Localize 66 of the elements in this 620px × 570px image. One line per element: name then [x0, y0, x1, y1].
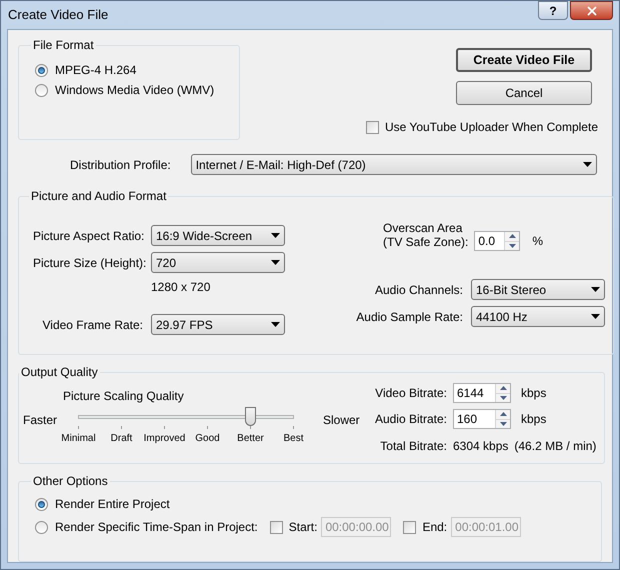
- tick-label: Better: [237, 432, 264, 446]
- field-label: Audio Sample Rate:: [355, 308, 463, 326]
- field-label: (TV Safe Zone):: [383, 235, 468, 249]
- spin-arrows-icon[interactable]: [495, 384, 510, 402]
- window-title: Create Video File: [8, 6, 108, 24]
- field-label: Video Frame Rate:: [42, 316, 143, 334]
- tick-label: Minimal: [61, 432, 96, 446]
- field-label: Audio Bitrate:: [374, 411, 447, 428]
- unit-label: %: [532, 233, 544, 250]
- dropdown-arrow-icon: [271, 260, 280, 265]
- unit-label: kbps: [521, 411, 546, 428]
- dropdown[interactable]: 44100 Hz: [471, 306, 605, 327]
- slider-title: Picture Scaling Quality: [63, 388, 185, 405]
- tick-label: Improved: [144, 432, 186, 446]
- dropdown[interactable]: 720: [151, 252, 285, 273]
- group-title: Picture and Audio Format: [30, 188, 168, 205]
- slider-thumb[interactable]: [245, 407, 256, 426]
- group-title: Other Options: [32, 473, 109, 490]
- dropdown[interactable]: 16-Bit Stereo: [471, 279, 605, 300]
- spin-arrows-icon[interactable]: [495, 410, 510, 428]
- dropdown-arrow-icon: [271, 322, 280, 327]
- field-label: Overscan Area: [383, 221, 464, 235]
- radio-button[interactable]: [35, 64, 48, 76]
- radio-button[interactable]: [35, 520, 48, 534]
- group-title: Output Quality: [20, 364, 99, 381]
- total-bitrate-detail: (46.2 MB / min): [514, 438, 596, 455]
- dropdown-arrow-icon: [591, 314, 600, 319]
- tick-label: Draft: [110, 432, 132, 446]
- close-icon: [584, 4, 598, 18]
- spin-field[interactable]: 160: [453, 409, 511, 429]
- total-bitrate-value: 6304 kbps: [453, 438, 508, 455]
- field-label: Distribution Profile:: [70, 156, 171, 174]
- radio-label: Render Specific Time-Span in Project:: [55, 519, 258, 536]
- tick-label: Good: [195, 432, 220, 446]
- radio-label: Render Entire Project: [55, 496, 170, 513]
- radio-button[interactable]: [35, 498, 48, 510]
- tick-label: Best: [283, 432, 304, 446]
- spin-arrows-icon[interactable]: [504, 232, 520, 250]
- resolution-text: 1280 x 720: [151, 279, 212, 296]
- field-label: Picture Size (Height):: [33, 254, 143, 272]
- checkbox-label: End:: [422, 519, 448, 536]
- dropdown[interactable]: Internet / E-Mail: High-Def (720): [190, 154, 597, 175]
- field-label: Audio Channels:: [374, 282, 463, 298]
- checkbox-label: Start:: [288, 519, 318, 536]
- dropdown[interactable]: 16:9 Wide-Screen: [151, 225, 285, 246]
- dropdown[interactable]: 29.97 FPS: [151, 314, 285, 335]
- radio-button[interactable]: [35, 84, 48, 96]
- checkbox[interactable]: [366, 120, 379, 134]
- checkbox-label: Use YouTube Uploader When Complete: [384, 119, 598, 136]
- cancel-button[interactable]: Cancel: [456, 81, 592, 105]
- create-button[interactable]: Create Video File: [456, 48, 592, 72]
- close-button[interactable]: [570, 1, 613, 20]
- group-title: File Format: [32, 37, 95, 54]
- spin-field[interactable]: 6144: [453, 383, 511, 403]
- field-label: Video Bitrate:: [374, 385, 447, 402]
- dropdown-arrow-icon: [271, 233, 280, 238]
- dropdown-arrow-icon: [582, 162, 592, 167]
- field-label: Picture Aspect Ratio:: [33, 228, 143, 244]
- radio-label: Windows Media Video (WMV): [55, 82, 214, 99]
- dropdown-arrow-icon: [591, 287, 600, 292]
- spin-field[interactable]: 0.0: [474, 231, 520, 251]
- slider-max-label: Slower: [323, 412, 360, 429]
- field-label: Total Bitrate:: [379, 438, 447, 455]
- radio-label: MPEG-4 H.264: [55, 62, 136, 79]
- unit-label: kbps: [521, 385, 546, 402]
- help-button[interactable]: ?: [538, 1, 568, 20]
